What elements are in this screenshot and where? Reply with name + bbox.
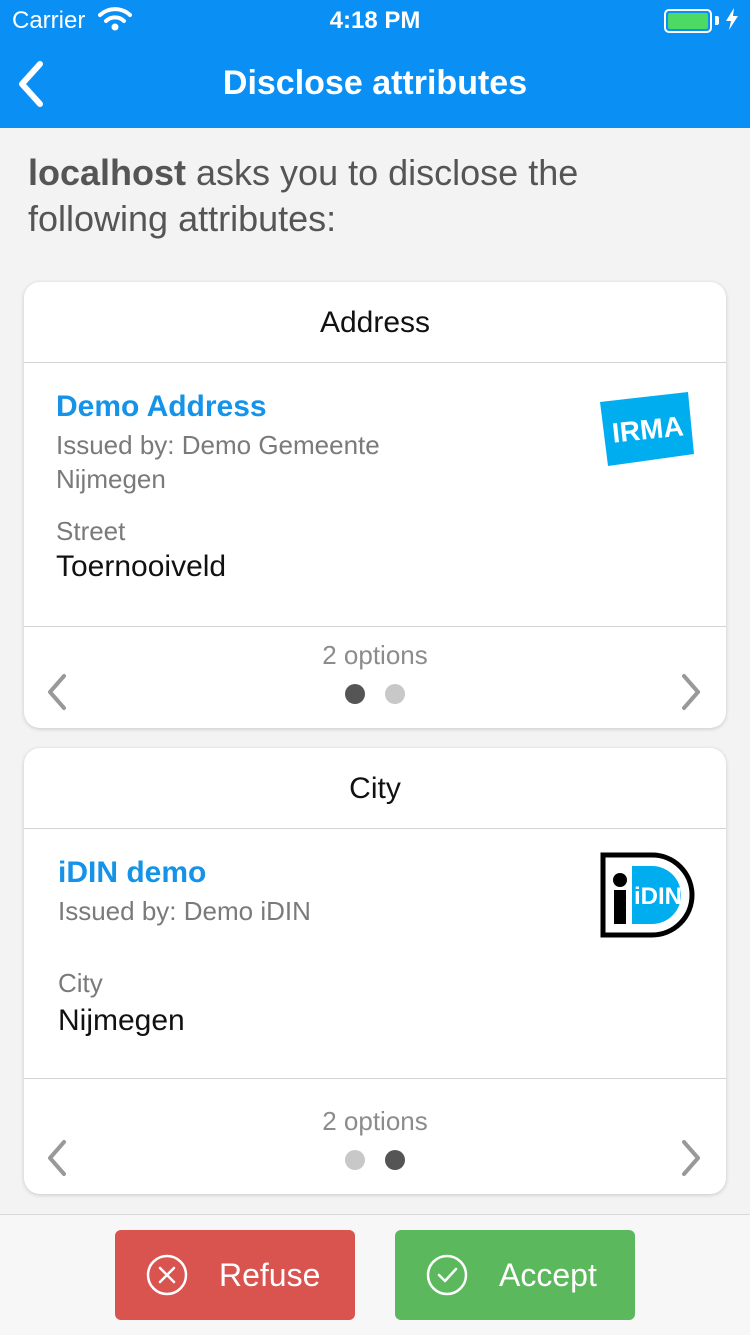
options-count: 2 options bbox=[322, 640, 428, 670]
requester-name: localhost bbox=[28, 152, 187, 193]
refuse-button[interactable]: Refuse bbox=[115, 1230, 355, 1320]
attribute-value: Toernooiveld bbox=[56, 550, 227, 583]
idin-logo-text: iDIN bbox=[634, 883, 682, 910]
card-divider bbox=[24, 626, 726, 627]
option-dot-2[interactable] bbox=[385, 684, 405, 704]
credential-issuer: Issued by: Demo iDIN bbox=[58, 896, 311, 926]
next-option-button[interactable] bbox=[676, 672, 706, 712]
card-header: City bbox=[24, 748, 726, 829]
attribute-card-city: City iDIN demo Issued by: Demo iDIN iDIN… bbox=[24, 748, 726, 1194]
credential-issuer: Issued by: Demo Gemeente Nijmegen bbox=[56, 430, 380, 494]
credential-name: Demo Address bbox=[56, 390, 267, 423]
action-bar: Refuse Accept bbox=[0, 1214, 750, 1335]
attribute-label: Street bbox=[56, 516, 126, 546]
charging-bolt-icon bbox=[726, 8, 738, 30]
navigation-bar: Carrier 4:18 PM Disclose attributes bbox=[0, 0, 750, 128]
close-circle-icon bbox=[146, 1254, 188, 1296]
idin-logo: iDIN bbox=[600, 852, 695, 938]
option-dot-1[interactable] bbox=[345, 1150, 365, 1170]
battery-cap bbox=[715, 16, 719, 25]
refuse-label: Refuse bbox=[219, 1257, 321, 1293]
attribute-label: City bbox=[58, 968, 103, 998]
option-dot-1[interactable] bbox=[345, 684, 365, 704]
credential-name: iDIN demo bbox=[58, 856, 207, 889]
attribute-value: Nijmegen bbox=[58, 1004, 185, 1037]
accept-button[interactable]: Accept bbox=[395, 1230, 635, 1320]
option-pager[interactable] bbox=[24, 1150, 726, 1175]
status-bar: Carrier 4:18 PM bbox=[0, 0, 750, 40]
page-title: Disclose attributes bbox=[222, 64, 528, 102]
accept-label: Accept bbox=[499, 1257, 597, 1293]
attribute-card-address: Address Demo Address Issued by: Demo Gem… bbox=[24, 282, 726, 728]
irma-logo: IRMA bbox=[600, 392, 694, 466]
card-divider bbox=[24, 1078, 726, 1079]
battery-icon bbox=[664, 9, 712, 33]
option-dot-2[interactable] bbox=[385, 1150, 405, 1170]
check-circle-icon bbox=[426, 1254, 468, 1296]
status-time: 4:18 PM bbox=[329, 7, 421, 34]
option-pager[interactable] bbox=[24, 684, 726, 709]
options-count: 2 options bbox=[322, 1106, 428, 1136]
next-option-button[interactable] bbox=[676, 1138, 706, 1178]
disclosure-prompt: localhost asks you to disclose the follo… bbox=[28, 150, 728, 242]
card-header: Address bbox=[24, 282, 726, 363]
